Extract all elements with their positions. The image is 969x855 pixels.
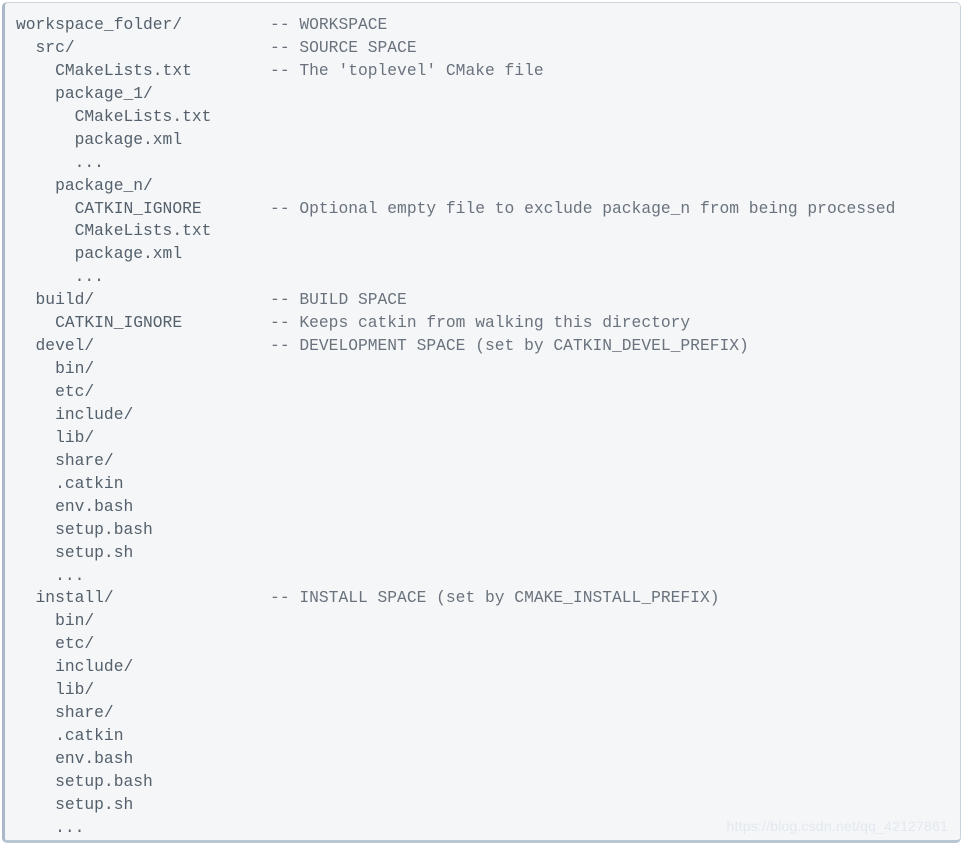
code-line: build/ -- BUILD SPACE bbox=[16, 289, 960, 312]
code-gutter-space bbox=[94, 336, 270, 355]
code-path: lib/ bbox=[16, 427, 95, 447]
code-path: CMakeLists.txt bbox=[16, 221, 212, 241]
code-path: env.bash bbox=[16, 749, 134, 768]
code-path: CATKIN_IGNORE bbox=[16, 313, 183, 333]
code-comment: -- INSTALL SPACE (set by CMAKE_INSTALL_P… bbox=[270, 588, 720, 608]
code-line: setup.bash bbox=[16, 771, 960, 794]
code-line: setup.sh bbox=[16, 542, 960, 565]
code-comment: -- BUILD SPACE bbox=[270, 290, 407, 310]
code-gutter-space bbox=[192, 61, 270, 80]
code-path: bin/ bbox=[16, 359, 95, 379]
code-path: package.xml bbox=[16, 244, 183, 264]
code-comment: -- Optional empty file to exclude packag… bbox=[270, 198, 896, 218]
code-gutter-space bbox=[182, 313, 270, 332]
code-path: setup.bash bbox=[16, 519, 153, 539]
code-gutter-space bbox=[202, 199, 270, 218]
code-path: etc/ bbox=[16, 634, 95, 654]
code-comment: -- SOURCE SPACE bbox=[270, 37, 417, 57]
code-line: package_n/ bbox=[16, 175, 960, 198]
code-line: workspace_folder/ -- WORKSPACE bbox=[16, 14, 960, 37]
code-comment: -- WORKSPACE bbox=[270, 15, 388, 34]
code-line: package_1/ bbox=[16, 83, 960, 106]
code-line: src/ -- SOURCE SPACE bbox=[16, 37, 960, 60]
code-line: CATKIN_IGNORE -- Optional empty file to … bbox=[16, 198, 960, 221]
code-line: .catkin bbox=[16, 473, 960, 496]
code-gutter-space bbox=[94, 290, 270, 309]
code-path: build/ bbox=[16, 290, 95, 310]
watermark-text: https://blog.csdn.net/qq_42127861 bbox=[726, 818, 948, 834]
code-path: include/ bbox=[16, 657, 134, 677]
code-line: .catkin bbox=[16, 725, 960, 748]
code-line: package.xml bbox=[16, 129, 960, 152]
code-line: share/ bbox=[16, 450, 960, 473]
code-path: CMakeLists.txt bbox=[16, 106, 212, 126]
code-path: install/ bbox=[16, 588, 114, 608]
code-line: include/ bbox=[16, 656, 960, 679]
code-comment: -- DEVELOPMENT SPACE (set by CATKIN_DEVE… bbox=[270, 336, 749, 356]
code-path: CMakeLists.txt bbox=[16, 60, 192, 80]
code-comment: -- Keeps catkin from walking this direct… bbox=[270, 313, 691, 333]
code-path: setup.bash bbox=[16, 771, 153, 791]
code-line: bin/ bbox=[16, 358, 960, 381]
code-line: CMakeLists.txt bbox=[16, 220, 960, 243]
code-path: devel/ bbox=[16, 336, 95, 356]
code-line: ... bbox=[16, 565, 960, 588]
code-block[interactable]: workspace_folder/ -- WORKSPACE src/ -- S… bbox=[2, 2, 961, 843]
code-line: env.bash bbox=[16, 748, 960, 771]
code-line: package.xml bbox=[16, 243, 960, 266]
code-path: etc/ bbox=[16, 382, 95, 401]
code-path: share/ bbox=[16, 703, 114, 723]
code-line: bin/ bbox=[16, 610, 960, 633]
code-path: package_1/ bbox=[16, 83, 153, 103]
code-path: src/ bbox=[16, 37, 75, 57]
code-line: CATKIN_IGNORE -- Keeps catkin from walki… bbox=[16, 312, 960, 335]
code-path: share/ bbox=[16, 450, 114, 470]
code-path: CATKIN_IGNORE bbox=[16, 198, 202, 218]
code-path: ... bbox=[16, 267, 104, 287]
code-path: env.bash bbox=[16, 496, 134, 516]
code-path: ... bbox=[16, 817, 85, 837]
code-path: include/ bbox=[16, 404, 134, 424]
code-gutter-space bbox=[114, 588, 270, 607]
code-line: ... bbox=[16, 266, 960, 289]
code-gutter-space bbox=[75, 38, 270, 57]
code-line: lib/ bbox=[16, 679, 960, 702]
code-line: etc/ bbox=[16, 381, 960, 404]
code-line: CMakeLists.txt -- The 'toplevel' CMake f… bbox=[16, 60, 960, 83]
code-listing: workspace_folder/ -- WORKSPACE src/ -- S… bbox=[16, 14, 960, 840]
code-line: env.bash bbox=[16, 496, 960, 519]
code-gutter-space bbox=[182, 15, 270, 34]
code-path: package_n/ bbox=[16, 175, 153, 195]
code-path: setup.sh bbox=[16, 794, 134, 814]
code-path: .catkin bbox=[16, 726, 124, 746]
code-path: package.xml bbox=[16, 129, 183, 149]
code-path: .catkin bbox=[16, 473, 124, 493]
code-line: include/ bbox=[16, 404, 960, 427]
code-line: install/ -- INSTALL SPACE (set by CMAKE_… bbox=[16, 587, 960, 610]
code-line: ... bbox=[16, 152, 960, 175]
code-line: share/ bbox=[16, 702, 960, 725]
code-line: setup.sh bbox=[16, 794, 960, 817]
code-line: setup.bash bbox=[16, 519, 960, 542]
code-line: CMakeLists.txt bbox=[16, 106, 960, 129]
code-line: etc/ bbox=[16, 633, 960, 656]
code-path: workspace_folder/ bbox=[16, 15, 183, 34]
code-comment: -- The 'toplevel' CMake file bbox=[270, 60, 544, 80]
code-path: ... bbox=[16, 565, 85, 585]
code-path: lib/ bbox=[16, 680, 95, 700]
code-path: ... bbox=[16, 152, 104, 172]
code-line: lib/ bbox=[16, 427, 960, 450]
code-line: devel/ -- DEVELOPMENT SPACE (set by CATK… bbox=[16, 335, 960, 358]
code-path: setup.sh bbox=[16, 542, 134, 562]
code-path: bin/ bbox=[16, 611, 95, 631]
